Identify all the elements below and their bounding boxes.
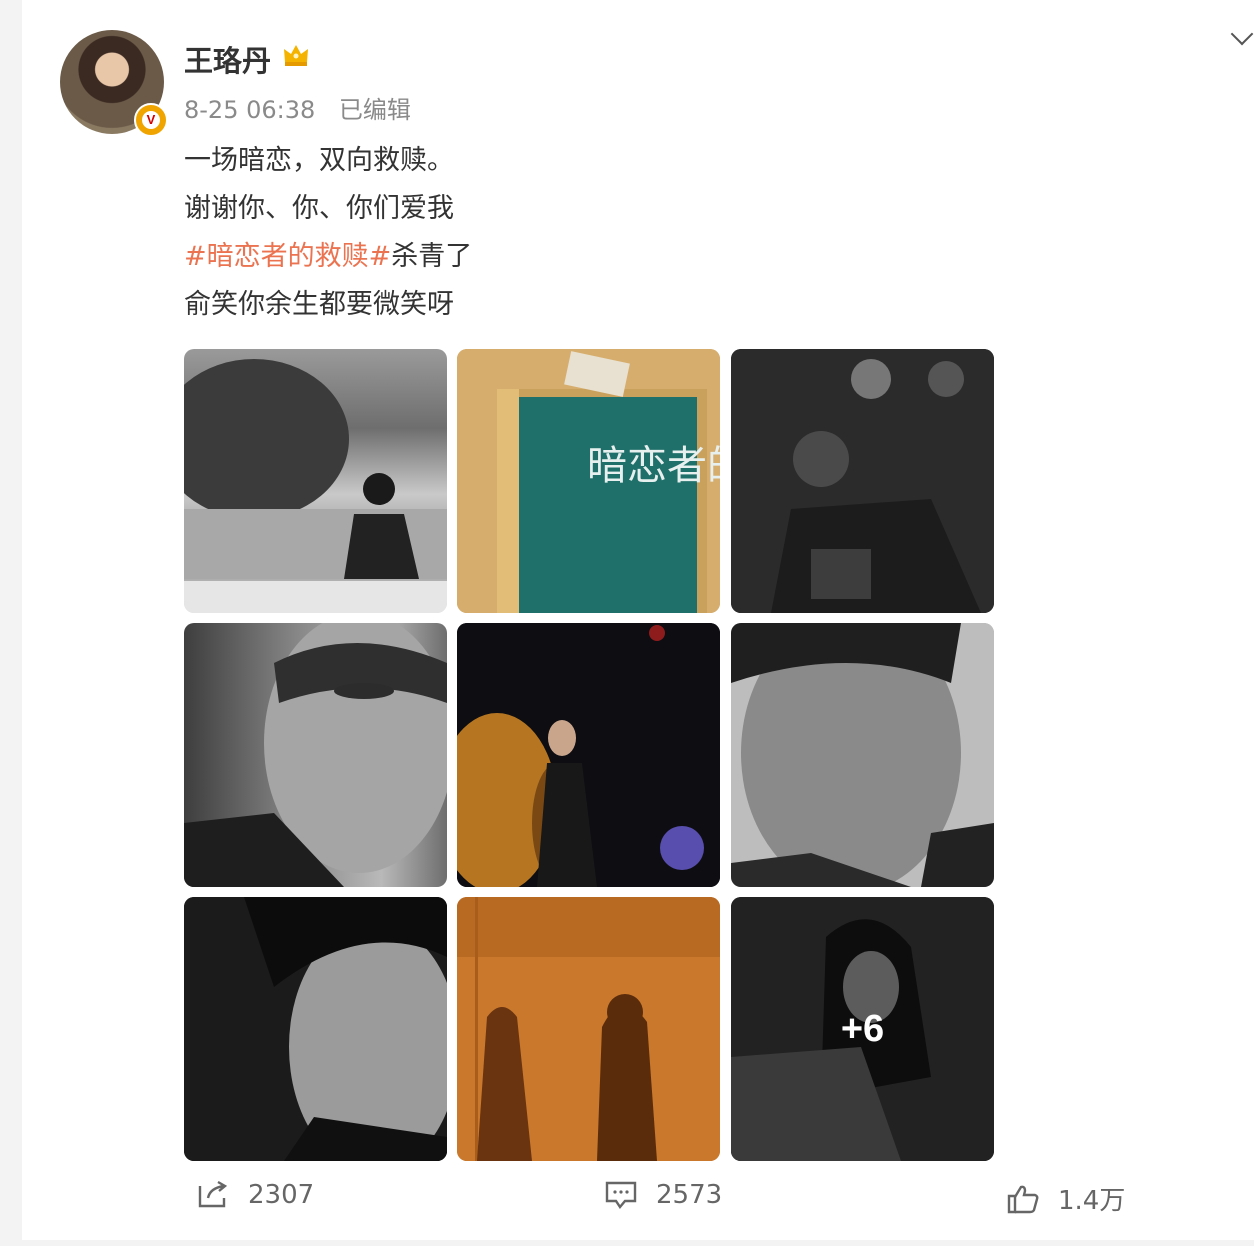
comment-button[interactable]: 2573 bbox=[604, 1180, 722, 1210]
post-text-line-2: 谢谢你、你、你们爱我 bbox=[184, 193, 454, 224]
photo-director-on-set[interactable] bbox=[184, 349, 447, 613]
post-text-line-3: #暗恋者的救赎#杀青了 bbox=[184, 239, 472, 275]
photo-script-cover[interactable]: 暗恋者的救赎 bbox=[457, 349, 720, 613]
comment-count: 2573 bbox=[656, 1180, 723, 1210]
photo-portrait-man-2[interactable] bbox=[731, 623, 994, 887]
photo-portrait-woman[interactable] bbox=[184, 897, 447, 1161]
crown-icon bbox=[284, 45, 308, 66]
like-button[interactable]: 1.4万 bbox=[1006, 1180, 1125, 1217]
repost-icon bbox=[198, 1180, 228, 1208]
hashtag-link[interactable]: #暗恋者的救赎# bbox=[184, 241, 391, 272]
repost-count: 2307 bbox=[248, 1180, 315, 1210]
repost-button[interactable]: 2307 bbox=[196, 1180, 314, 1210]
post-text-line-1: 一场暗恋，双向救赎。 bbox=[184, 145, 454, 176]
photo-crew-camera[interactable] bbox=[731, 349, 994, 613]
script-cover-title: 暗恋者的救赎 bbox=[587, 443, 720, 489]
like-count: 1.4万 bbox=[1058, 1186, 1126, 1216]
photo-portrait-man-1[interactable] bbox=[184, 623, 447, 887]
photo-more-images[interactable]: +6 bbox=[731, 897, 994, 1161]
more-images-count: +6 bbox=[840, 1007, 885, 1050]
post-timestamp[interactable]: 8-25 06:38 bbox=[184, 96, 315, 124]
author-name[interactable]: 王珞丹 bbox=[184, 38, 271, 80]
comment-icon bbox=[605, 1181, 637, 1210]
photo-shadows-orange[interactable] bbox=[457, 897, 720, 1161]
verified-badge-icon: V bbox=[134, 103, 168, 137]
photo-night-woman[interactable] bbox=[457, 623, 720, 887]
post-meta: 8-25 06:38 已编辑 bbox=[184, 90, 427, 125]
chevron-down-icon[interactable] bbox=[1230, 22, 1254, 46]
like-icon bbox=[1007, 1185, 1039, 1213]
image-grid: 暗恋者的救赎 bbox=[184, 349, 994, 1161]
hashtag-suffix: 杀青了 bbox=[391, 241, 473, 272]
edited-label[interactable]: 已编辑 bbox=[339, 96, 411, 124]
post-text-line-4: 俞笑你余生都要微笑呀 bbox=[184, 289, 454, 320]
